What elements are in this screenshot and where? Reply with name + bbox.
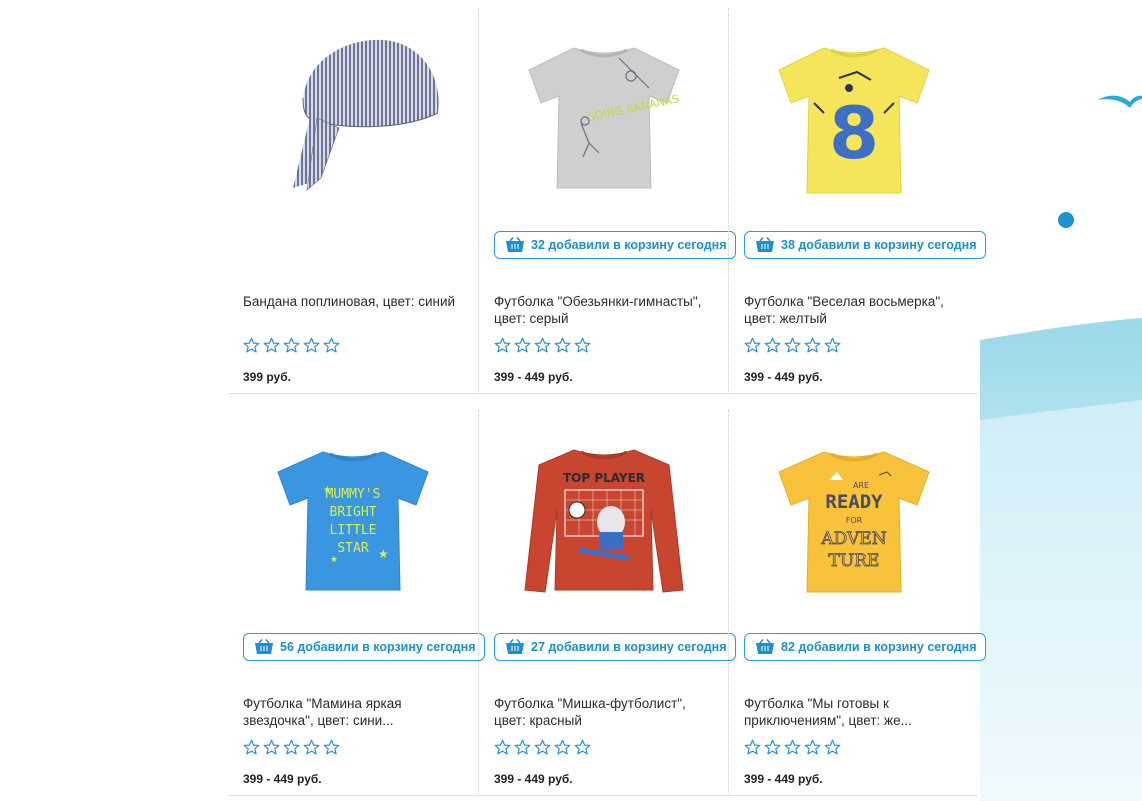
basket-icon xyxy=(506,639,524,654)
svg-text:STAR: STAR xyxy=(337,541,368,556)
product-image[interactable]: ARE READY FOR ADVEN TURE xyxy=(729,410,979,620)
product-image[interactable]: 8 xyxy=(729,8,979,218)
product-image[interactable]: MUMMY'S BRIGHT LITTLE STAR ★ ★ ★ xyxy=(228,410,478,620)
star-icon[interactable] xyxy=(744,739,761,756)
svg-text:TOP PLAYER: TOP PLAYER xyxy=(563,471,645,485)
cart-counter-text: 38 добавили в корзину сегодня xyxy=(781,238,977,252)
product-price: 399 - 449 руб. xyxy=(744,772,823,786)
product-price: 399 - 449 руб. xyxy=(243,772,322,786)
star-icon[interactable] xyxy=(323,337,340,354)
basket-icon xyxy=(506,237,524,252)
product-price: 399 - 449 руб. xyxy=(494,772,573,786)
star-icon[interactable] xyxy=(243,739,260,756)
star-icon[interactable] xyxy=(784,337,801,354)
rating-stars[interactable] xyxy=(744,739,841,756)
product-card[interactable]: Бандана поплиновая, цвет: синий 399 руб. xyxy=(228,8,478,394)
product-price: 399 - 449 руб. xyxy=(494,370,573,384)
star-icon[interactable] xyxy=(804,739,821,756)
product-title[interactable]: Футболка "Мишка-футболист", цвет: красны… xyxy=(494,695,719,729)
star-icon[interactable] xyxy=(514,739,531,756)
star-icon[interactable] xyxy=(824,739,841,756)
product-price: 399 руб. xyxy=(243,370,291,384)
product-title[interactable]: Футболка "Мы готовы к приключениям", цве… xyxy=(744,695,969,729)
cart-counter-text: 32 добавили в корзину сегодня xyxy=(531,238,727,252)
rating-stars[interactable] xyxy=(243,337,340,354)
cart-counter-badge[interactable]: 32 добавили в корзину сегодня xyxy=(494,231,736,259)
star-icon[interactable] xyxy=(283,337,300,354)
star-icon[interactable] xyxy=(243,337,260,354)
cart-counter-badge[interactable]: 38 добавили в корзину сегодня xyxy=(744,231,986,259)
star-icon[interactable] xyxy=(554,337,571,354)
rating-stars[interactable] xyxy=(494,337,591,354)
decor-dot xyxy=(1058,212,1074,228)
cart-counter-text: 27 добавили в корзину сегодня xyxy=(531,640,727,654)
product-image[interactable]: GOING BANANAS xyxy=(479,8,729,218)
grey-monkey-tshirt-image: GOING BANANAS xyxy=(528,47,680,189)
product-card[interactable]: 8 38 добавили в корзину сегодня Футболка… xyxy=(728,8,986,394)
yellow-eight-tshirt-image: 8 xyxy=(778,47,930,194)
svg-text:★: ★ xyxy=(323,485,332,496)
svg-text:★: ★ xyxy=(378,547,389,561)
cart-counter-badge[interactable]: 27 добавили в корзину сегодня xyxy=(494,633,736,661)
star-icon[interactable] xyxy=(283,739,300,756)
product-title[interactable]: Футболка "Обезьянки-гимнасты", цвет: сер… xyxy=(494,293,719,327)
star-icon[interactable] xyxy=(514,337,531,354)
bandana-image xyxy=(293,39,439,191)
product-card[interactable]: ARE READY FOR ADVEN TURE 82 добавили в к… xyxy=(728,410,986,796)
basket-icon xyxy=(756,237,774,252)
star-icon[interactable] xyxy=(574,337,591,354)
product-card[interactable]: GOING BANANAS 32 добавили в корзину сего… xyxy=(478,8,736,394)
star-icon[interactable] xyxy=(303,337,320,354)
product-grid: Бандана поплиновая, цвет: синий 399 руб.… xyxy=(228,8,986,796)
product-title[interactable]: Бандана поплиновая, цвет: синий xyxy=(243,293,468,310)
cart-counter-badge[interactable]: 56 добавили в корзину сегодня xyxy=(243,633,485,661)
rating-stars[interactable] xyxy=(494,739,591,756)
star-icon[interactable] xyxy=(804,337,821,354)
blue-star-tshirt-image: MUMMY'S BRIGHT LITTLE STAR ★ ★ ★ xyxy=(277,451,429,591)
cart-counter-text: 82 добавили в корзину сегодня xyxy=(781,640,977,654)
svg-text:FOR: FOR xyxy=(846,516,863,525)
basket-icon xyxy=(756,639,774,654)
star-icon[interactable] xyxy=(263,337,280,354)
svg-text:ADVEN: ADVEN xyxy=(820,529,886,549)
yellow-adventure-tshirt-image: ARE READY FOR ADVEN TURE xyxy=(778,451,930,593)
red-football-longsleeve-image: TOP PLAYER xyxy=(524,449,684,593)
svg-text:★: ★ xyxy=(330,554,338,564)
star-icon[interactable] xyxy=(554,739,571,756)
svg-text:MUMMY'S: MUMMY'S xyxy=(326,487,381,502)
star-icon[interactable] xyxy=(534,739,551,756)
star-icon[interactable] xyxy=(764,739,781,756)
star-icon[interactable] xyxy=(824,337,841,354)
star-icon[interactable] xyxy=(534,337,551,354)
product-image[interactable]: TOP PLAYER xyxy=(479,410,729,620)
svg-text:TURE: TURE xyxy=(829,551,880,571)
product-card[interactable]: MUMMY'S BRIGHT LITTLE STAR ★ ★ ★ 56 доба… xyxy=(228,410,485,796)
cart-counter-badge[interactable]: 82 добавили в корзину сегодня xyxy=(744,633,986,661)
product-image[interactable] xyxy=(228,8,478,218)
product-title[interactable]: Футболка "Веселая восьмерка", цвет: желт… xyxy=(744,293,969,327)
svg-text:LITTLE: LITTLE xyxy=(330,523,377,538)
star-icon[interactable] xyxy=(303,739,320,756)
product-price: 399 - 449 руб. xyxy=(744,370,823,384)
svg-text:BRIGHT: BRIGHT xyxy=(330,505,377,520)
basket-icon xyxy=(255,639,273,654)
star-icon[interactable] xyxy=(494,337,511,354)
star-icon[interactable] xyxy=(574,739,591,756)
rating-stars[interactable] xyxy=(243,739,340,756)
star-icon[interactable] xyxy=(494,739,511,756)
star-icon[interactable] xyxy=(764,337,781,354)
svg-text:READY: READY xyxy=(825,491,883,513)
star-icon[interactable] xyxy=(323,739,340,756)
product-card[interactable]: TOP PLAYER 27 добавили в корзину сегодня… xyxy=(478,410,736,796)
star-icon[interactable] xyxy=(263,739,280,756)
bird-icon xyxy=(1098,95,1142,108)
product-title[interactable]: Футболка "Мамина яркая звездочка", цвет:… xyxy=(243,695,468,729)
svg-text:ARE: ARE xyxy=(853,481,869,490)
rating-stars[interactable] xyxy=(744,337,841,354)
svg-text:8: 8 xyxy=(829,91,879,175)
star-icon[interactable] xyxy=(784,739,801,756)
cart-counter-text: 56 добавили в корзину сегодня xyxy=(280,640,476,654)
star-icon[interactable] xyxy=(744,337,761,354)
